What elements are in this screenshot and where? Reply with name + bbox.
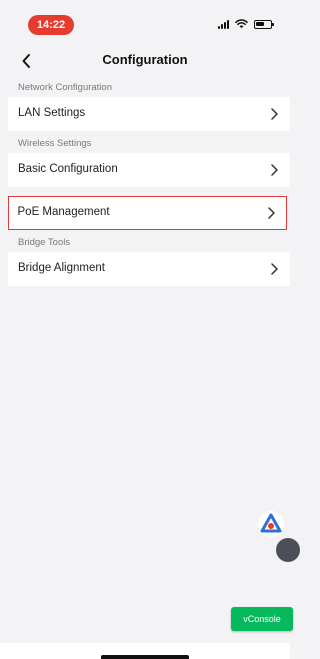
menu-item-label: LAN Settings [18,107,86,119]
menu-item-bridge-alignment[interactable]: Bridge Alignment [8,252,290,286]
status-time: 14:22 [28,15,74,35]
page-title: Configuration [102,52,188,67]
section-header-wireless-settings: Wireless Settings [18,138,92,149]
bottom-bar [0,643,290,659]
section-header-bridge-tools: Bridge Tools [18,237,71,248]
menu-item-basic-configuration[interactable]: Basic Configuration [8,153,290,187]
chevron-right-icon [266,206,278,220]
vconsole-button[interactable]: vConsole [231,607,293,631]
menu-item-poe-management[interactable]: PoE Management [8,196,287,230]
floating-logo-button[interactable] [258,511,284,537]
section-header-network-configuration: Network Configuration [18,82,112,93]
home-indicator[interactable] [101,655,189,659]
chevron-right-icon [268,262,280,276]
menu-item-label: PoE Management [17,205,110,218]
app-logo-icon [260,513,282,533]
cellular-signal-icon [218,19,229,29]
chevron-right-icon [268,107,280,121]
battery-icon [254,19,274,29]
chevron-right-icon [268,163,280,177]
status-bar: 14:22 [0,0,290,44]
menu-item-label: Basic Configuration [18,163,118,175]
menu-item-lan-settings[interactable]: LAN Settings [8,97,290,131]
status-icons [218,19,274,29]
menu-item-label: Bridge Alignment [18,262,105,274]
nav-bar: Configuration [0,44,290,80]
floating-assist-button[interactable] [276,538,300,562]
wifi-icon [235,19,248,29]
